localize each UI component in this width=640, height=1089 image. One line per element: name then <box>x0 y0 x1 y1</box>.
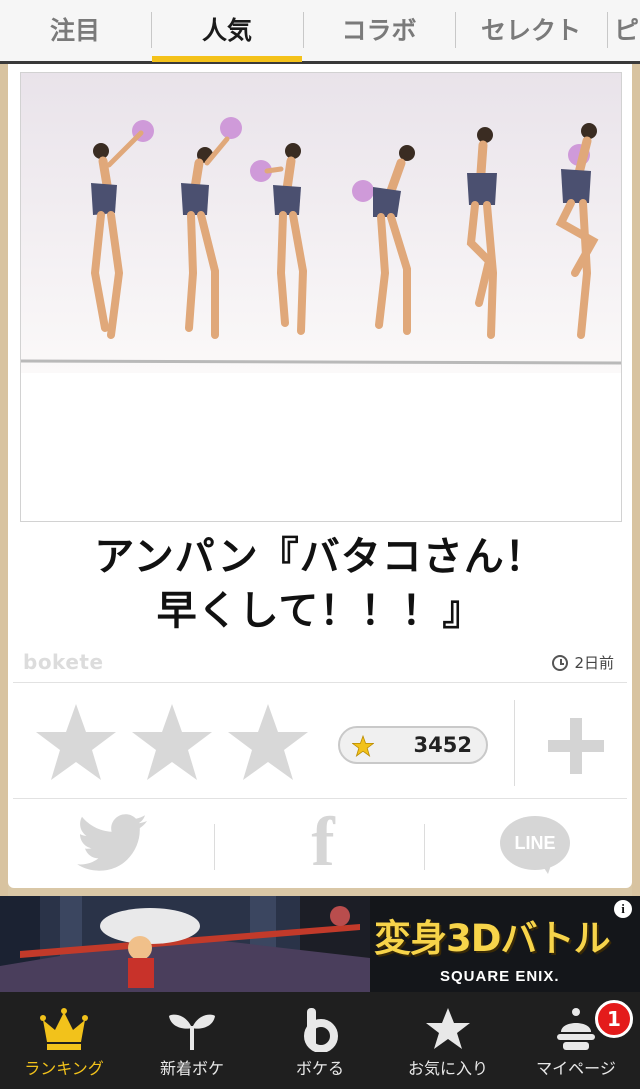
bokete-logo: bokete <box>23 650 104 674</box>
line-logo-label: LINE <box>514 832 556 853</box>
divider <box>13 682 627 683</box>
b-logo-icon <box>304 1008 338 1052</box>
twitter-bird-icon <box>77 814 147 871</box>
nav-new-boke[interactable]: 新着ボケ <box>128 992 256 1089</box>
gold-star-icon <box>352 735 374 757</box>
nav-post-boke-label: ボケる <box>295 1059 344 1078</box>
rate-star-3-button[interactable] <box>226 700 310 784</box>
star-outline-icon <box>36 704 116 780</box>
tab-attention[interactable]: 注目 <box>0 0 150 58</box>
star-outline-icon <box>132 704 212 780</box>
ad-maker: SQUARE ENIX. <box>440 968 560 985</box>
active-tab-indicator <box>152 56 302 62</box>
rate-star-1-button[interactable] <box>34 700 118 784</box>
nav-ranking-label: ランキング <box>24 1059 104 1078</box>
divider <box>214 824 215 870</box>
bottom-nav: ランキング 新着ボケ ボケる お気に入り マイページ <box>0 992 640 1089</box>
tab-popular[interactable]: 人気 <box>152 0 302 58</box>
ad-info-icon[interactable]: i <box>614 900 632 918</box>
boke-caption: アンパン『バタコさん！ 早くして！！！』 <box>8 530 632 638</box>
rate-star-2-button[interactable] <box>130 700 214 784</box>
user-icon <box>557 1008 595 1050</box>
twitter-share-button[interactable] <box>68 810 158 876</box>
nav-post-boke[interactable]: ボケる <box>256 992 384 1089</box>
caption-line-1: アンパン『バタコさん！ <box>94 534 546 580</box>
gymnast-illustration <box>21 73 621 373</box>
divider <box>424 824 425 870</box>
star-count-badge: 3452 <box>338 726 488 764</box>
star-outline-icon <box>228 704 308 780</box>
tab-partial[interactable]: ピ <box>608 0 640 58</box>
star-icon <box>426 1008 470 1049</box>
caption-line-2: 早くして！！！』 <box>156 588 484 634</box>
facebook-share-button[interactable]: f <box>278 804 368 881</box>
notification-badge: 1 <box>595 1000 633 1038</box>
ad-game-artwork <box>0 896 370 992</box>
star-count: 3452 <box>413 733 472 757</box>
top-tab-bar: 注目 人気 コラボ セレクト ピ <box>0 0 640 64</box>
divider <box>514 700 515 786</box>
nav-my-page-label: マイページ <box>536 1059 616 1078</box>
boke-card: アンパン『バタコさん！ 早くして！！！』 bokete 2日前 3452 f L… <box>8 64 632 888</box>
line-logo-icon: LINE <box>500 816 570 874</box>
nav-favorites[interactable]: お気に入り <box>384 992 512 1089</box>
wood-background-left <box>0 64 8 896</box>
posted-time-label: 2日前 <box>574 654 614 672</box>
nav-new-boke-label: 新着ボケ <box>159 1059 224 1078</box>
clock-icon <box>552 654 569 671</box>
boke-photo[interactable] <box>20 72 622 522</box>
ad-title: 変身3Dバトル <box>374 917 611 960</box>
tab-select[interactable]: セレクト <box>456 0 606 58</box>
add-to-favorites-button[interactable] <box>544 714 608 778</box>
crown-icon <box>40 1008 88 1050</box>
nav-ranking[interactable]: ランキング <box>0 992 128 1089</box>
facebook-f-icon: f <box>311 804 335 881</box>
wood-background-right <box>632 64 640 896</box>
nav-favorites-label: お気に入り <box>407 1059 488 1078</box>
tab-collab[interactable]: コラボ <box>304 0 454 58</box>
ad-banner[interactable]: 変身3Dバトル SQUARE ENIX. i <box>0 896 640 992</box>
line-share-button[interactable]: LINE <box>490 810 580 876</box>
divider <box>13 798 627 799</box>
posted-time: 2日前 <box>552 652 614 673</box>
sprout-icon <box>169 1014 215 1050</box>
